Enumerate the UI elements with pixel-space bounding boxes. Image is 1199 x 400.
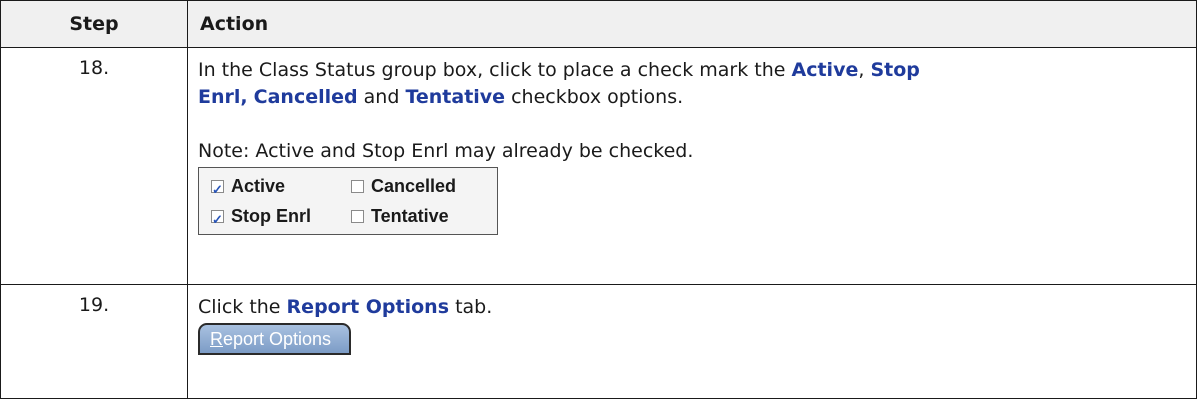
checkbox-label: Cancelled (371, 175, 457, 196)
keyword-active: Active (791, 59, 859, 81)
steps-table: Step Action 18. In the Class Status grou… (0, 0, 1197, 399)
instruction-text: , (858, 59, 871, 81)
note-text: Note: Active and Stop Enrl may already b… (198, 140, 694, 162)
checkbox-checked-icon[interactable] (211, 206, 224, 233)
action-column-header: Action (187, 0, 1197, 48)
instruction-line: Click the Report Options tab. (198, 294, 1184, 321)
instruction-text: and (357, 86, 406, 108)
instruction-line-1: In the Class Status group box, click to … (198, 57, 1184, 84)
checkbox-active[interactable]: Active (211, 173, 351, 203)
instruction-text: tab. (449, 296, 493, 318)
tab-report-options[interactable]: Report Options (198, 323, 351, 355)
instruction-line-2: Enrl, Cancelled and Tentative checkbox o… (198, 84, 1184, 111)
tab-label: eport Options (223, 329, 332, 349)
keyword-tentative: Tentative (405, 86, 506, 108)
tab-accesskey-letter: R (210, 329, 223, 349)
instruction-text: In the Class Status group box, click to … (198, 59, 792, 81)
checkbox-cancelled[interactable]: Cancelled (351, 173, 491, 200)
keyword-enrl: Enrl, (198, 86, 248, 108)
keyword-report-options: Report Options (286, 296, 450, 318)
keyword-cancelled: Cancelled (253, 86, 358, 108)
checkbox-unchecked-icon[interactable] (351, 209, 364, 223)
table-row: 19. Click the Report Options tab. Report… (0, 284, 1197, 399)
instruction-text: Click the (198, 296, 287, 318)
instruction-text: checkbox options. (505, 86, 684, 108)
step-number: 19. (0, 284, 188, 399)
action-cell: Click the Report Options tab. Report Opt… (187, 284, 1197, 399)
keyword-stop: Stop (870, 59, 920, 81)
table-header-row: Step Action (0, 0, 1197, 48)
checkbox-label: Stop Enrl (231, 205, 311, 226)
checkbox-label: Tentative (371, 205, 449, 226)
checkbox-stop-enrl[interactable]: Stop Enrl (211, 203, 351, 233)
checkbox-unchecked-icon[interactable] (351, 179, 364, 193)
action-cell: In the Class Status group box, click to … (187, 47, 1197, 285)
step-number: 18. (0, 47, 188, 285)
class-status-group-box: Active Cancelled Stop Enrl Tentative (198, 167, 498, 235)
table-row: 18. In the Class Status group box, click… (0, 47, 1197, 285)
checkbox-checked-icon[interactable] (211, 176, 224, 203)
checkbox-tentative[interactable]: Tentative (351, 203, 491, 230)
step-column-header: Step (0, 0, 188, 48)
checkbox-label: Active (231, 175, 286, 196)
